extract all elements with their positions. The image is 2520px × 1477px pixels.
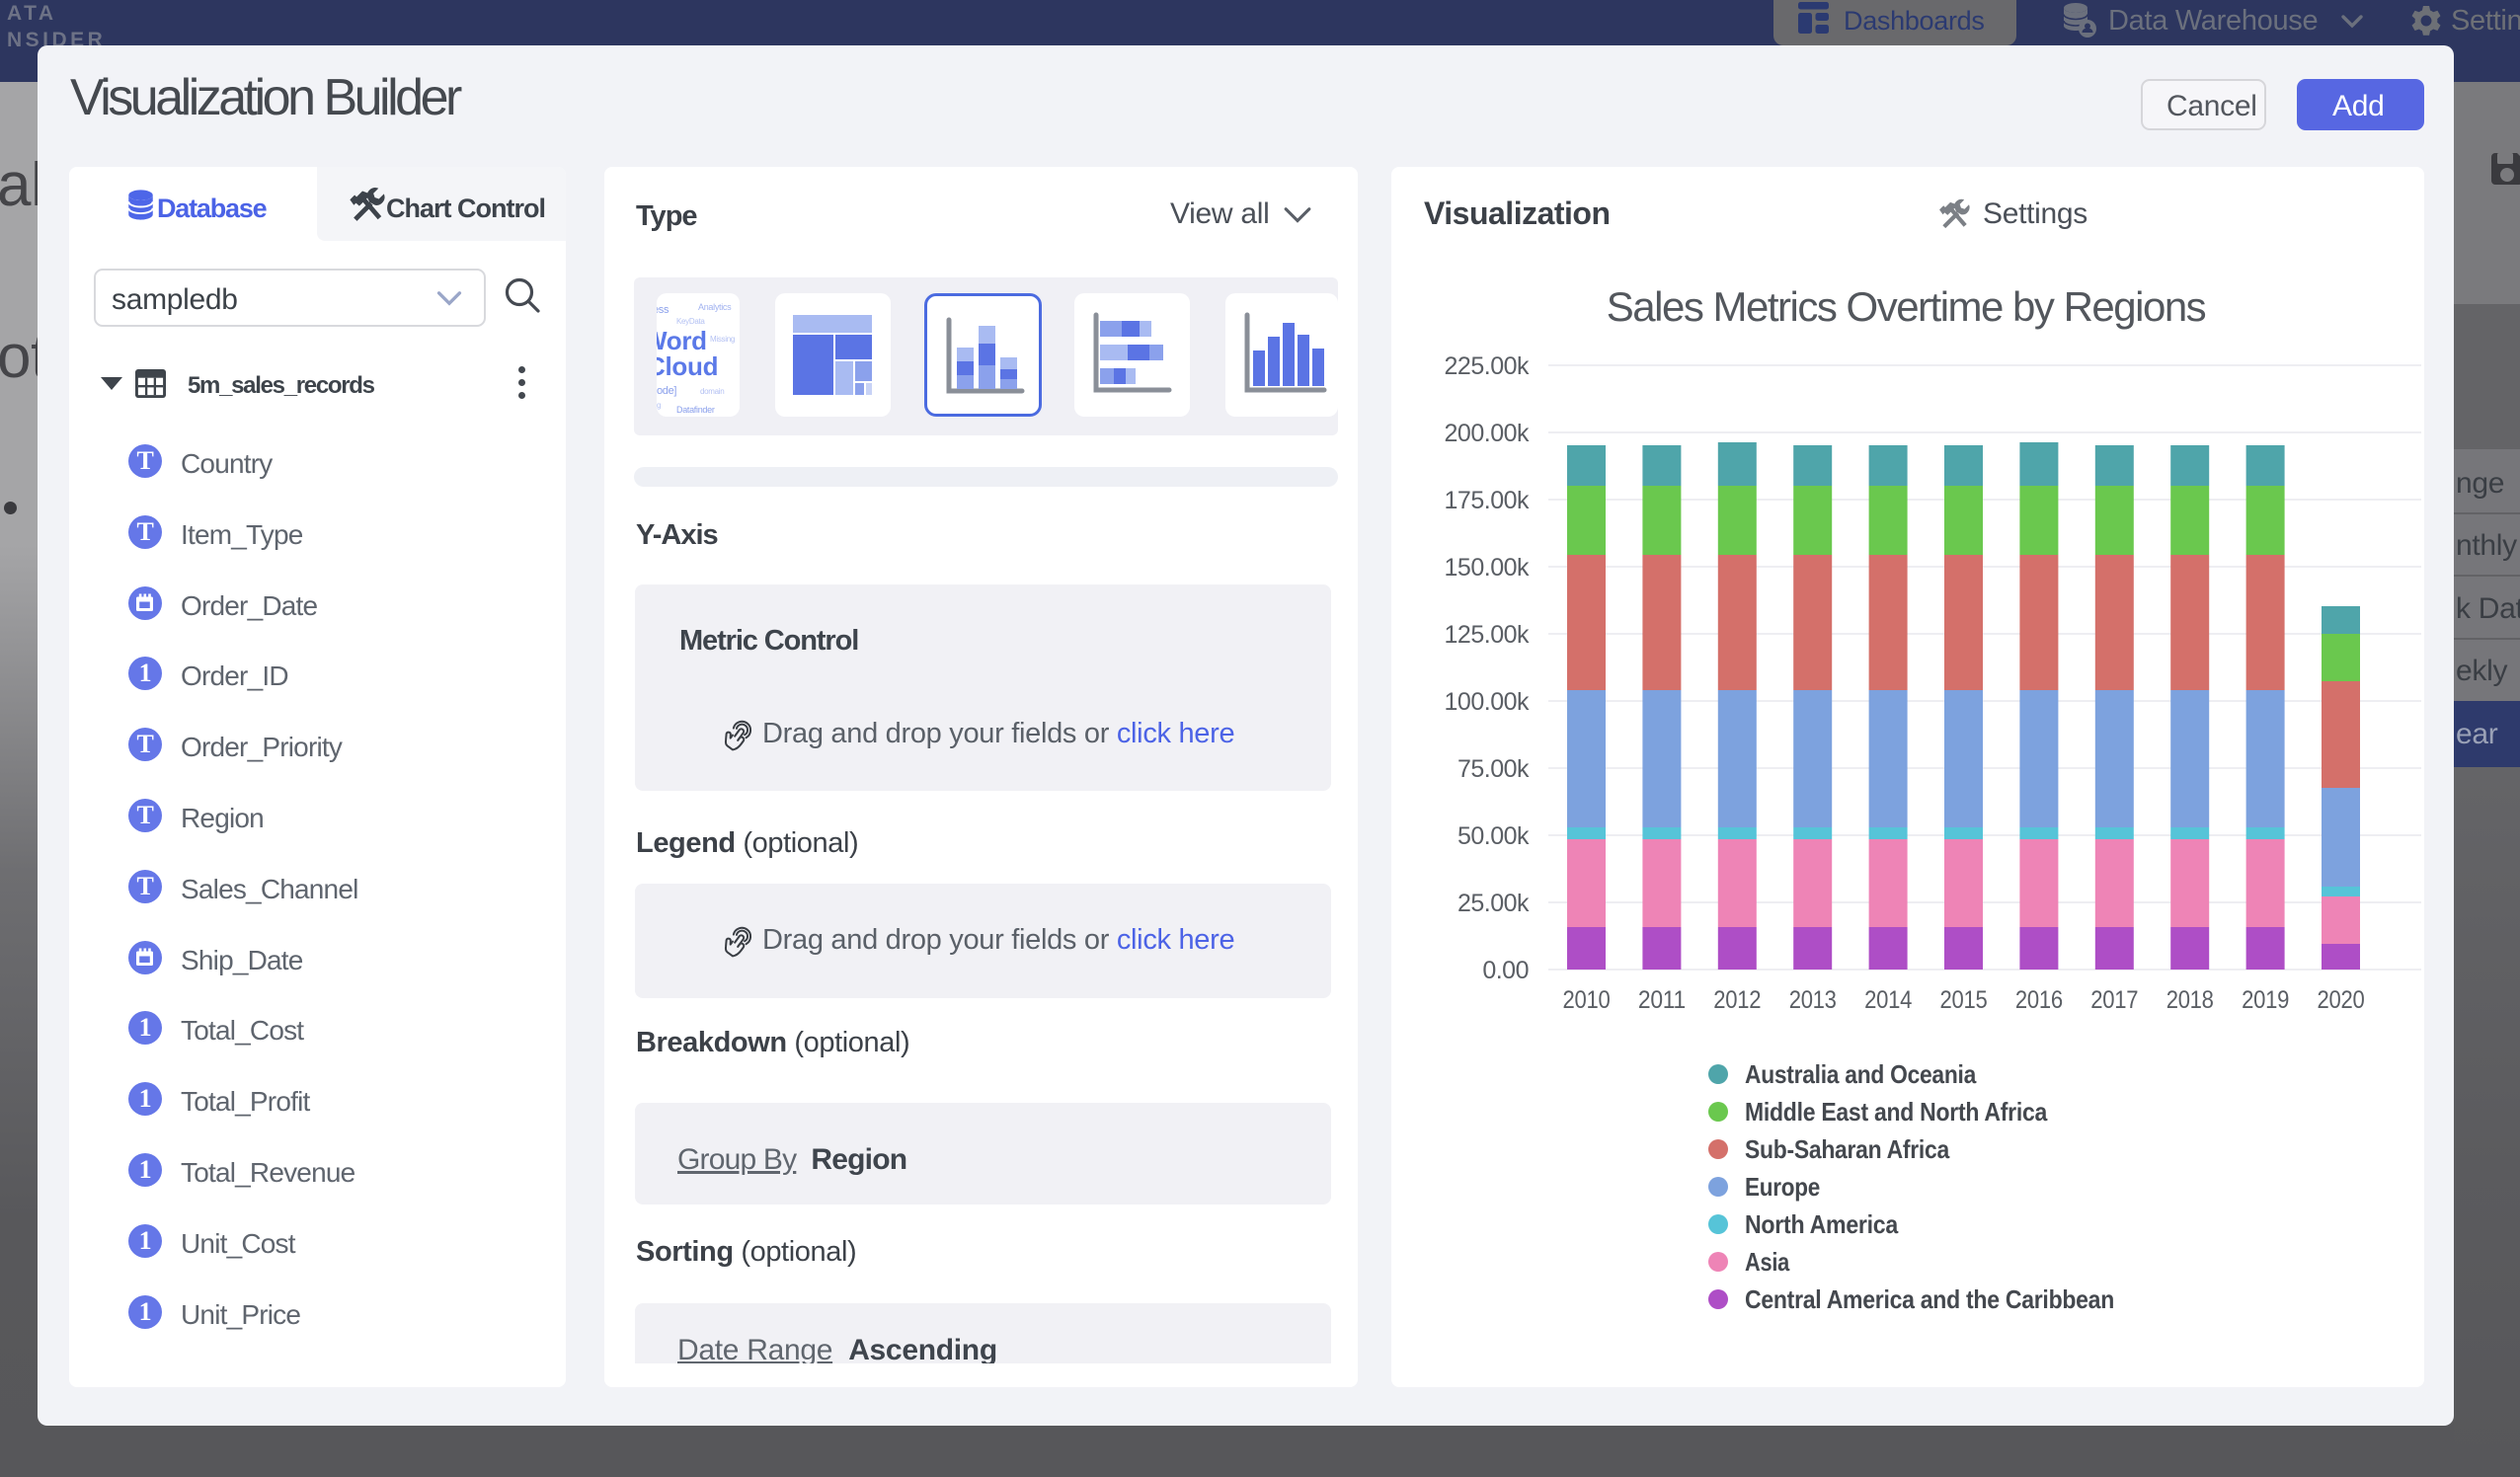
svg-text:Sub-Saharan Africa: Sub-Saharan Africa xyxy=(1745,1134,1950,1164)
svg-text:2011: 2011 xyxy=(1638,986,1686,1014)
svg-text:0.00: 0.00 xyxy=(1482,957,1529,984)
svg-text:50.00k: 50.00k xyxy=(1457,822,1530,850)
svg-text:2012: 2012 xyxy=(1713,986,1761,1014)
svg-text:75.00k: 75.00k xyxy=(1457,755,1530,783)
svg-text:2018: 2018 xyxy=(2166,986,2214,1014)
svg-text:2013: 2013 xyxy=(1789,986,1837,1014)
svg-text:125.00k: 125.00k xyxy=(1445,621,1530,649)
svg-text:2016: 2016 xyxy=(2015,986,2063,1014)
svg-text:25.00k: 25.00k xyxy=(1457,890,1530,917)
svg-text:Central America and the Caribb: Central America and the Caribbean xyxy=(1745,1284,2114,1314)
svg-text:100.00k: 100.00k xyxy=(1445,688,1530,716)
svg-text:2015: 2015 xyxy=(1940,986,1988,1014)
svg-text:2014: 2014 xyxy=(1864,986,1912,1014)
svg-text:2019: 2019 xyxy=(2242,986,2289,1014)
svg-text:200.00k: 200.00k xyxy=(1445,420,1530,447)
svg-text:2020: 2020 xyxy=(2318,986,2365,1014)
svg-text:Asia: Asia xyxy=(1745,1247,1790,1277)
svg-text:North America: North America xyxy=(1745,1209,1899,1239)
svg-text:Europe: Europe xyxy=(1745,1172,1820,1202)
svg-text:175.00k: 175.00k xyxy=(1445,487,1530,514)
svg-text:225.00k: 225.00k xyxy=(1445,352,1530,380)
svg-text:2017: 2017 xyxy=(2090,986,2138,1014)
svg-text:150.00k: 150.00k xyxy=(1445,554,1530,582)
svg-text:2010: 2010 xyxy=(1563,986,1611,1014)
svg-text:Australia and Oceania: Australia and Oceania xyxy=(1745,1059,1977,1089)
svg-text:Middle East and North Africa: Middle East and North Africa xyxy=(1745,1097,2048,1127)
